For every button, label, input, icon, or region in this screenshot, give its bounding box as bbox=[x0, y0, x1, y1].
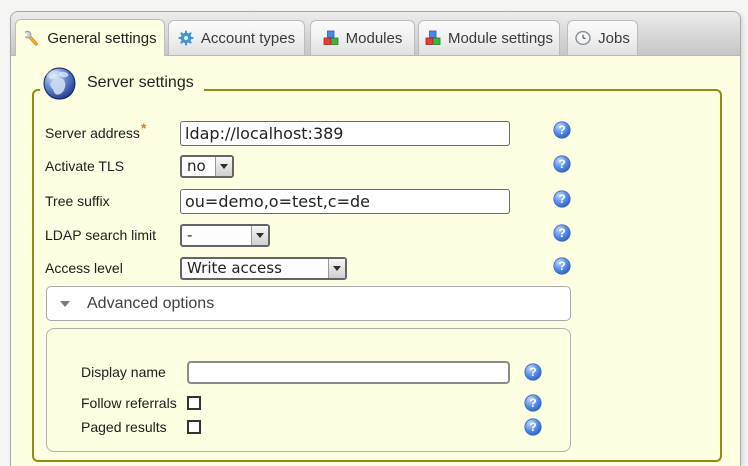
display-name-label: Display name bbox=[81, 364, 187, 380]
follow-referrals-checkbox[interactable] bbox=[187, 396, 201, 410]
row-paged-results: Paged results bbox=[81, 414, 201, 440]
tree-suffix-input[interactable] bbox=[180, 189, 510, 214]
row-server-address: Server address* bbox=[45, 120, 510, 146]
ldap-search-limit-select[interactable]: - bbox=[180, 224, 270, 247]
help-icon[interactable]: ? bbox=[553, 190, 571, 208]
row-ldap-search-limit: LDAP search limit - bbox=[45, 222, 270, 248]
row-access-level: Access level Write access bbox=[45, 255, 347, 281]
help-icon[interactable]: ? bbox=[553, 121, 571, 139]
display-name-input[interactable] bbox=[187, 361, 510, 384]
access-level-label: Access level bbox=[45, 260, 180, 276]
modules-icon bbox=[323, 30, 339, 46]
gear-icon bbox=[178, 30, 194, 46]
tab-label: Jobs bbox=[598, 30, 630, 47]
advanced-options-content: Display name ? Follow referrals bbox=[46, 328, 571, 452]
ldap-search-limit-label: LDAP search limit bbox=[45, 227, 180, 243]
tab-label: Account types bbox=[201, 30, 295, 47]
server-address-label: Server address* bbox=[45, 125, 180, 141]
row-activate-tls: Activate TLS no bbox=[45, 153, 234, 179]
help-icon[interactable]: ? bbox=[553, 257, 571, 275]
tab-bar: General settings Account types bbox=[11, 12, 740, 56]
tab-account-types[interactable]: Account types bbox=[168, 20, 305, 55]
advanced-options-accordion[interactable]: Advanced options bbox=[46, 286, 571, 321]
tab-label: Module settings bbox=[448, 30, 553, 47]
chevron-down-icon bbox=[60, 301, 70, 312]
select-arrow-icon bbox=[251, 226, 268, 245]
help-icon[interactable]: ? bbox=[524, 363, 542, 381]
tab-label: Modules bbox=[346, 30, 403, 47]
svg-text:?: ? bbox=[558, 226, 565, 240]
wrench-icon bbox=[23, 30, 40, 47]
select-arrow-icon bbox=[328, 259, 345, 278]
advanced-options-label: Advanced options bbox=[87, 295, 214, 313]
fieldset-legend: Server settings bbox=[40, 64, 204, 102]
tab-label: General settings bbox=[47, 30, 156, 47]
fieldset-legend-label: Server settings bbox=[87, 74, 194, 92]
globe-icon bbox=[42, 66, 77, 101]
modules-icon bbox=[425, 30, 441, 46]
help-icon[interactable]: ? bbox=[524, 418, 542, 436]
svg-text:?: ? bbox=[558, 192, 565, 206]
server-settings-fieldset: Server settings Server address* ? Activa… bbox=[32, 89, 722, 462]
help-icon[interactable]: ? bbox=[553, 155, 571, 173]
select-arrow-icon bbox=[215, 157, 232, 176]
selected-value: Write access bbox=[182, 259, 328, 278]
required-marker: * bbox=[141, 120, 146, 136]
selected-value: - bbox=[182, 226, 251, 245]
activate-tls-label: Activate TLS bbox=[45, 158, 180, 174]
tab-jobs[interactable]: Jobs bbox=[567, 20, 638, 55]
follow-referrals-label: Follow referrals bbox=[81, 395, 187, 411]
tab-modules[interactable]: Modules bbox=[310, 20, 415, 55]
row-follow-referrals: Follow referrals bbox=[81, 390, 201, 416]
svg-text:?: ? bbox=[529, 365, 536, 379]
help-icon[interactable]: ? bbox=[553, 224, 571, 242]
svg-text:?: ? bbox=[558, 157, 565, 171]
svg-text:?: ? bbox=[529, 420, 536, 434]
server-address-input[interactable] bbox=[180, 121, 510, 146]
svg-text:?: ? bbox=[558, 259, 565, 273]
clock-icon bbox=[575, 30, 591, 46]
access-level-select[interactable]: Write access bbox=[180, 257, 347, 280]
tab-module-settings[interactable]: Module settings bbox=[418, 20, 560, 55]
tab-general-settings[interactable]: General settings bbox=[15, 19, 165, 56]
row-display-name: Display name bbox=[81, 359, 510, 385]
svg-text:?: ? bbox=[529, 396, 536, 410]
help-icon[interactable]: ? bbox=[524, 394, 542, 412]
row-tree-suffix: Tree suffix bbox=[45, 188, 510, 214]
general-settings-panel: Server settings Server address* ? Activa… bbox=[11, 56, 740, 466]
selected-value: no bbox=[182, 157, 215, 176]
activate-tls-select[interactable]: no bbox=[180, 155, 234, 178]
paged-results-checkbox[interactable] bbox=[187, 420, 201, 434]
paged-results-label: Paged results bbox=[81, 419, 187, 435]
svg-text:?: ? bbox=[558, 123, 565, 137]
tree-suffix-label: Tree suffix bbox=[45, 193, 180, 209]
config-window: General settings Account types bbox=[10, 11, 741, 466]
